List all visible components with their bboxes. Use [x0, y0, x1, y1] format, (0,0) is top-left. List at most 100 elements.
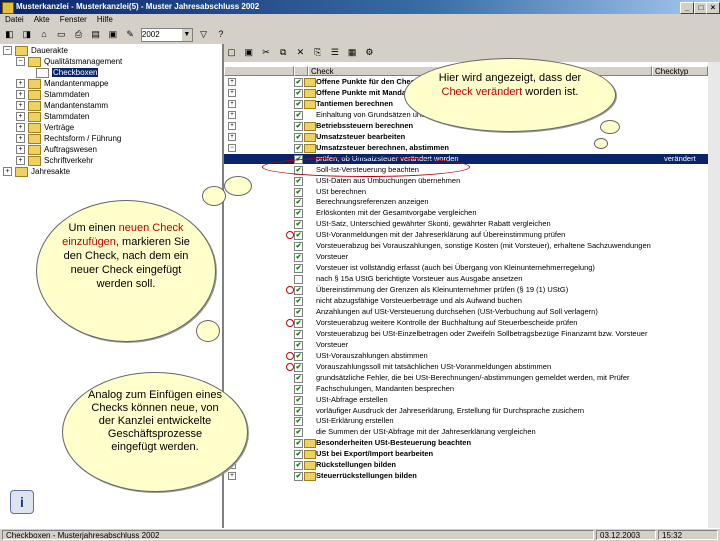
expander-icon[interactable]: +	[16, 145, 25, 155]
table-row[interactable]: ✔ Vorauszahlungssoll mit tatsächlichen US…	[224, 362, 720, 372]
filter-icon[interactable]: ▽	[197, 28, 210, 41]
check-checkbox[interactable]: ✔	[294, 242, 303, 252]
check-checkbox[interactable]: ✔	[294, 417, 303, 427]
expander-icon[interactable]: +	[228, 99, 236, 108]
table-row[interactable]: ✔ vorläufiger Ausdruck der Jahreserklärun…	[224, 406, 720, 416]
tree-node[interactable]: + Mandantenstamm	[16, 100, 108, 111]
chevron-down-icon[interactable]: ▼	[181, 29, 192, 41]
expander-icon[interactable]: −	[16, 57, 25, 67]
check-checkbox[interactable]: ✔	[294, 307, 303, 317]
table-row[interactable]: ✔ Vorsteuer	[224, 340, 720, 350]
menu-hilfe[interactable]: Hilfe	[92, 14, 118, 26]
expander-icon[interactable]: +	[3, 167, 12, 177]
check-checkbox[interactable]: ✔	[294, 253, 303, 263]
check-checkbox[interactable]: ✔	[294, 340, 303, 350]
table-row[interactable]: ✔ die Summen der USt-Abfrage mit der Jahr…	[224, 427, 720, 438]
expander-icon[interactable]: +	[16, 101, 25, 111]
tree-node[interactable]: + Verträge	[16, 122, 74, 133]
check-checkbox[interactable]: ✔	[294, 428, 303, 438]
expander-icon[interactable]: +	[16, 112, 25, 122]
check-checkbox[interactable]: ✔	[294, 264, 303, 274]
menu-akte[interactable]: Akte	[29, 14, 55, 26]
menu-datei[interactable]: Datei	[0, 14, 29, 26]
edit-icon[interactable]: ✎	[124, 28, 137, 41]
check-checkbox[interactable]: ✔	[294, 472, 303, 482]
copy-icon[interactable]: ⧉	[277, 46, 290, 59]
check-checkbox[interactable]: ✔	[294, 198, 303, 208]
table-row[interactable]: ✔ grundsätzliche Fehler, die bei USt-Bere…	[224, 373, 720, 383]
expander-icon[interactable]: +	[16, 123, 25, 133]
check-checkbox[interactable]: ✔	[294, 286, 303, 296]
expander-icon[interactable]: +	[16, 90, 25, 100]
check-checkbox[interactable]: ✔	[294, 329, 303, 339]
check-checkbox[interactable]: ✔	[294, 121, 303, 131]
check-checkbox[interactable]: ✔	[294, 132, 303, 142]
info-icon[interactable]: i	[10, 490, 34, 514]
delete-icon[interactable]: ✕	[294, 46, 307, 59]
check-checkbox[interactable]: ✔	[294, 143, 303, 153]
check-checkbox[interactable]: ✔	[294, 439, 303, 449]
check-checkbox[interactable]: ✔	[294, 395, 303, 405]
column-header-checktyp[interactable]: Checktyp	[652, 66, 708, 76]
tree-node[interactable]: + Schriftverkehr	[16, 155, 93, 166]
properties-icon[interactable]: ⚙	[363, 46, 376, 59]
check-checkbox[interactable]: ✔	[294, 373, 303, 383]
check-checkbox[interactable]: ✔	[294, 88, 303, 98]
check-checkbox[interactable]: ✔	[294, 450, 303, 460]
vertical-scrollbar[interactable]	[708, 62, 720, 528]
tree-node[interactable]: + Jahresakte	[3, 166, 70, 177]
table-row[interactable]: − ✔ Umsatzsteuer berechnen, abstimmen	[224, 143, 720, 153]
check-checkbox[interactable]: ✔	[294, 220, 303, 230]
table-row[interactable]: ✔ Vorsteuer	[224, 252, 720, 263]
minimize-button[interactable]: _	[680, 2, 694, 14]
check-checkbox[interactable]: ✔	[294, 78, 303, 87]
table-row[interactable]: + ✔ Umsatzsteuer bearbeiten	[224, 132, 720, 142]
grid-icon[interactable]: ▦	[346, 46, 359, 59]
tree-node[interactable]: + Auftragswesen	[16, 144, 97, 155]
back-icon[interactable]: ◧	[3, 28, 16, 41]
list-icon[interactable]: ☰	[328, 46, 341, 59]
table-row[interactable]: ✔ USt berechnen	[224, 187, 720, 197]
table-row[interactable]: nach § 15a UStG berichtigte Vorsteuer au…	[224, 274, 720, 285]
check-checkbox[interactable]: ✔	[294, 384, 303, 394]
check-checkbox[interactable]: ✔	[294, 461, 303, 471]
open-folder-icon[interactable]: ▭	[55, 28, 68, 41]
preview-icon[interactable]: ▤	[89, 28, 102, 41]
link-icon[interactable]: ⎘	[311, 46, 324, 59]
table-row[interactable]: +✔Besonderheiten USt-Besteuerung beachte…	[224, 438, 720, 449]
table-row[interactable]: ✔ USt-Satz, Unterschied gewährter Skonti,…	[224, 219, 720, 230]
check-checkbox[interactable]: ✔	[294, 297, 303, 306]
tree-node[interactable]: − Qualitätsmanagement	[16, 56, 122, 67]
check-checkbox[interactable]: ✔	[294, 406, 303, 416]
close-button[interactable]: ×	[706, 2, 720, 14]
table-row[interactable]: ✔ USt-Abfrage erstellen	[224, 395, 720, 405]
expander-icon[interactable]: +	[16, 134, 25, 144]
table-row[interactable]: +✔Rückstellungen bilden	[224, 460, 720, 471]
check-checkbox[interactable]: ✔	[294, 176, 303, 186]
tree-node[interactable]: + Stammdaten	[16, 89, 89, 100]
expander-icon[interactable]: +	[16, 79, 25, 89]
tree-node[interactable]: − Dauerakte	[3, 45, 68, 56]
table-row[interactable]: ✔ Vorsteuer ist vollständig erfasst (auch…	[224, 263, 720, 274]
table-row[interactable]: ✔ Vorsteuerabzug bei USt-Einzelbetragen o…	[224, 329, 720, 339]
table-row[interactable]: ✔ Berechnungsreferenzen anzeigen	[224, 197, 720, 208]
check-checkbox[interactable]: ✔	[294, 318, 303, 328]
table-row[interactable]: ✔ Anzahlungen auf USt-Versteuerung durchs…	[224, 307, 720, 317]
check-checkbox[interactable]: ✔	[294, 231, 303, 241]
home-icon[interactable]: ⌂	[37, 28, 50, 41]
check-checkbox[interactable]: ✔	[294, 351, 303, 361]
expander-icon[interactable]: −	[3, 46, 12, 56]
expander-icon[interactable]: +	[228, 78, 236, 86]
check-checkbox[interactable]: ✔	[294, 362, 303, 372]
menu-fenster[interactable]: Fenster	[55, 14, 92, 26]
check-checkbox[interactable]	[294, 275, 303, 285]
table-row[interactable]: ✔ USt-Voranmeldungen mit der Jahreserklär…	[224, 230, 720, 241]
check-checkbox[interactable]: ✔	[294, 209, 303, 219]
tree-node-selected[interactable]: Checkboxen	[36, 67, 99, 78]
table-row[interactable]: ✔ USt-Daten aus Umbuchungen übernehmen	[224, 176, 720, 186]
expander-icon[interactable]: −	[228, 143, 236, 152]
table-row[interactable]: ✔ USt-Vorauszahlungen abstimmen	[224, 351, 720, 361]
column-header-state[interactable]	[294, 66, 308, 76]
table-row[interactable]: ✔ Übereinstimmung der Grenzen als Kleinun…	[224, 285, 720, 296]
expander-icon[interactable]: +	[16, 156, 25, 166]
